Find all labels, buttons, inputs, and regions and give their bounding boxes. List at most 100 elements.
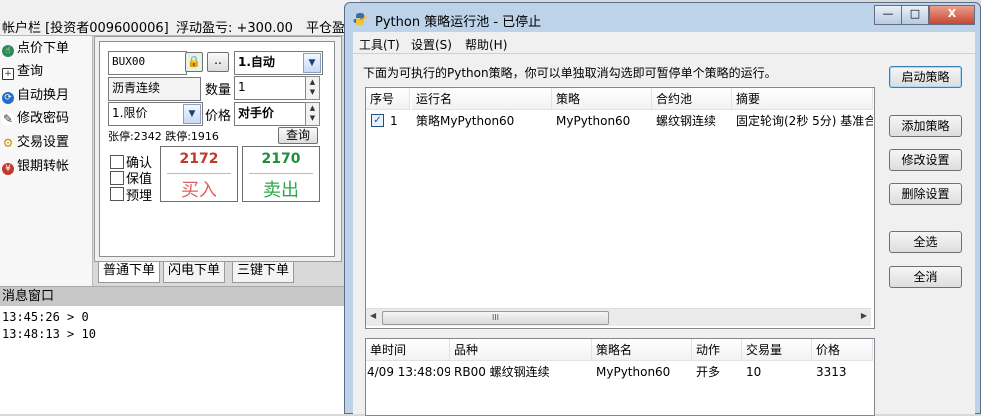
price-label: 价格 <box>205 109 232 124</box>
gear-icon: ⚙ <box>2 136 14 150</box>
left-nav: ☝ 点价下单 + 查询 ⟳ 自动换月 ✎ 修改密码 ⚙ 交易设置 ¥ 银期转帐 <box>0 36 93 286</box>
column-header[interactable]: 价格 <box>812 339 873 361</box>
close-button[interactable]: X <box>929 5 975 25</box>
table-row[interactable]: 4/09 13:48:09 RB00 螺纹钢连续 MyPython60 开多 1… <box>366 362 873 382</box>
nav-item-trade-settings[interactable]: ⚙ 交易设置 <box>2 132 69 154</box>
message-window-title: 消息窗口 <box>0 286 350 306</box>
column-header[interactable]: 品种 <box>450 339 592 361</box>
price-input[interactable]: 对手价 <box>234 102 307 126</box>
message-line: 13:48:13 > 10 <box>2 327 96 341</box>
column-header[interactable]: 策略 <box>552 88 652 110</box>
nav-item-auto-rollover[interactable]: ⟳ 自动换月 <box>2 85 69 107</box>
qty-label: 数量 <box>205 83 232 98</box>
preset-label: 预埋 <box>126 189 153 204</box>
column-header[interactable]: 运行名 <box>412 88 552 110</box>
maximize-button[interactable]: □ <box>901 5 929 25</box>
preset-checkbox[interactable] <box>110 187 124 201</box>
contract-name-field: 沥青连续 <box>108 77 201 101</box>
row-summary: 固定轮询(2秒 5分) 基准合约 <box>736 114 873 128</box>
pencil-icon: ✎ <box>2 112 14 126</box>
select-all-button[interactable]: 全选 <box>889 231 962 253</box>
nav-label: 银期转帐 <box>17 159 70 174</box>
strategy-table: 序号 运行名 策略 合约池 摘要 ✓ 1 策略MyPython60 MyPyth… <box>365 87 875 329</box>
account-bar: 帐户栏 [投资者009600006] 浮动盈亏: +300.00 平仓盈 <box>0 0 360 36</box>
lock-button[interactable]: 🔒 <box>185 52 203 72</box>
table-row[interactable]: ✓ 1 策略MyPython60 MyPython60 螺纹钢连续 固定轮询(2… <box>366 111 873 131</box>
scroll-right-icon[interactable]: ▶ <box>861 311 867 320</box>
mode-select[interactable]: 1.自动 ▼ <box>234 51 323 75</box>
column-header[interactable]: 摘要 <box>732 88 873 110</box>
qty-stepper[interactable]: ▲ ▼ <box>305 76 320 100</box>
hedge-checkbox[interactable] <box>110 171 124 185</box>
clear-all-button[interactable]: 全消 <box>889 266 962 288</box>
column-header[interactable]: 动作 <box>692 339 742 361</box>
minimize-button[interactable]: — <box>874 5 902 25</box>
price-type-value: 1.限价 <box>112 106 148 120</box>
dialog-title: Python 策略运行池 - 已停止 <box>375 15 542 30</box>
tab-flash-order[interactable]: 闪电下单 <box>163 262 226 283</box>
trade-volume: 10 <box>746 365 762 379</box>
nav-item-change-password[interactable]: ✎ 修改密码 <box>2 108 69 130</box>
menu-settings[interactable]: 设置(S) <box>411 36 452 53</box>
message-window: 13:45:26 > 0 13:48:13 > 10 <box>0 306 350 414</box>
chevron-down-icon: ▼ <box>183 104 201 124</box>
price-type-select[interactable]: 1.限价 ▼ <box>108 102 203 126</box>
delete-settings-button[interactable]: 删除设置 <box>889 183 962 205</box>
tab-normal-order[interactable]: 普通下单 <box>98 262 161 283</box>
hand-icon: ☝ <box>2 45 14 57</box>
refresh-icon: ⟳ <box>2 92 14 104</box>
column-header[interactable]: 序号 <box>366 88 410 110</box>
start-strategy-button[interactable]: 启动策略 <box>889 66 962 88</box>
plus-box-icon: + <box>2 68 14 80</box>
sell-button[interactable]: 2170 卖出 <box>242 146 320 202</box>
menu-help[interactable]: 帮助(H) <box>465 36 507 53</box>
column-header[interactable]: 合约池 <box>652 88 732 110</box>
buy-price: 2172 <box>179 151 219 167</box>
more-button[interactable]: .. <box>207 52 229 72</box>
float-pnl: 浮动盈亏: +300.00 <box>176 21 293 36</box>
row-strategy: MyPython60 <box>556 114 631 128</box>
trade-strategy: MyPython60 <box>596 365 671 379</box>
tab-three-key-order[interactable]: 三键下单 <box>232 262 295 283</box>
nav-item-click-order[interactable]: ☝ 点价下单 <box>2 38 69 60</box>
strategy-checkbox[interactable]: ✓ <box>371 114 384 127</box>
column-header[interactable]: 单时间 <box>366 339 450 361</box>
nav-label: 交易设置 <box>17 135 70 150</box>
nav-label: 自动换月 <box>17 88 70 103</box>
trade-action: 开多 <box>696 365 721 379</box>
nav-label: 点价下单 <box>17 41 70 56</box>
column-header[interactable]: 交易量 <box>742 339 812 361</box>
chevron-down-icon: ▼ <box>303 53 321 73</box>
divider <box>249 173 313 174</box>
row-pool: 螺纹钢连续 <box>656 114 717 128</box>
scroll-thumb[interactable]: III <box>382 311 609 325</box>
column-header[interactable]: 策略名 <box>592 339 692 361</box>
nav-label: 查询 <box>17 64 44 79</box>
trade-time: 4/09 13:48:09 <box>367 365 450 379</box>
contract-code-input[interactable]: BUX00 <box>108 51 187 75</box>
row-run-name: 策略MyPython60 <box>416 114 515 128</box>
modify-settings-button[interactable]: 修改设置 <box>889 149 962 171</box>
trade-log-table: 单时间 品种 策略名 动作 交易量 价格 4/09 13:48:09 RB00 … <box>365 338 875 416</box>
scroll-left-icon[interactable]: ◀ <box>370 311 376 320</box>
nav-item-query[interactable]: + 查询 <box>2 61 43 83</box>
query-button[interactable]: 查询 <box>278 127 318 144</box>
row-index: 1 <box>390 114 398 128</box>
qty-input[interactable]: 1 <box>234 76 307 100</box>
sell-price: 2170 <box>261 151 301 167</box>
python-icon <box>353 13 367 25</box>
sell-label: 卖出 <box>263 180 299 201</box>
confirm-checkbox[interactable] <box>110 155 124 169</box>
message-line: 13:45:26 > 0 <box>2 310 89 324</box>
buy-button[interactable]: 2172 买入 <box>160 146 238 202</box>
horizontal-scrollbar[interactable]: ◀ III ▶ <box>366 308 871 326</box>
mode-value: 1.自动 <box>238 55 275 69</box>
add-strategy-button[interactable]: 添加策略 <box>889 115 962 137</box>
limit-prices: 张停:2342 跌停:1916 <box>108 130 219 143</box>
menu-tools[interactable]: 工具(T) <box>359 36 400 53</box>
nav-item-bank-transfer[interactable]: ¥ 银期转帐 <box>2 156 69 178</box>
close-pnl: 平仓盈 <box>306 21 346 36</box>
dialog-description: 下面为可执行的Python策略，你可以单独取消勾选即可暂停单个策略的运行。 <box>363 66 777 80</box>
nav-label: 修改密码 <box>17 111 70 126</box>
price-stepper[interactable]: ▲ ▼ <box>305 102 320 126</box>
